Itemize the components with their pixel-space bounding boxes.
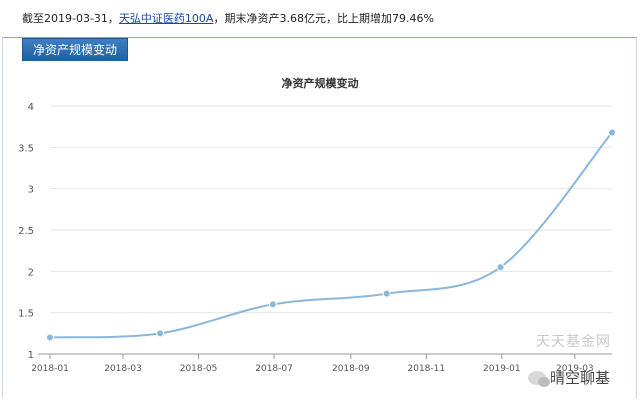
y-tick-label: 2.5 xyxy=(18,226,34,237)
x-tick-label: 2018-03 xyxy=(104,364,142,374)
data-point[interactable] xyxy=(382,289,391,298)
x-tick-label: 2018-07 xyxy=(255,364,293,374)
x-tick-label: 2019-01 xyxy=(483,364,521,374)
y-tick-label: 4 xyxy=(28,102,34,113)
data-point[interactable] xyxy=(268,300,277,309)
x-tick-label: 2018-09 xyxy=(332,364,370,374)
data-point[interactable] xyxy=(496,263,505,272)
y-tick-label: 3.5 xyxy=(18,143,34,154)
x-tick-label: 2018-05 xyxy=(180,364,218,374)
data-point[interactable] xyxy=(156,329,165,338)
data-point[interactable] xyxy=(46,333,54,342)
series-line xyxy=(49,131,613,339)
wechat-watermark: 晴空聊基 xyxy=(528,367,610,388)
x-tick-label: 2018-11 xyxy=(408,364,446,374)
y-tick-label: 3 xyxy=(28,185,34,196)
wechat-account-name: 晴空聊基 xyxy=(550,369,611,387)
x-tick-label: 2018-01 xyxy=(31,364,69,374)
y-tick-label: 2 xyxy=(28,267,34,278)
y-tick-label: 1 xyxy=(28,350,34,361)
data-point[interactable] xyxy=(608,128,616,137)
site-watermark: 天天基金网 xyxy=(536,334,611,350)
wechat-icon xyxy=(528,370,550,387)
y-tick-label: 1.5 xyxy=(18,309,34,320)
chart-title: 净资产规模变动 xyxy=(282,76,359,90)
